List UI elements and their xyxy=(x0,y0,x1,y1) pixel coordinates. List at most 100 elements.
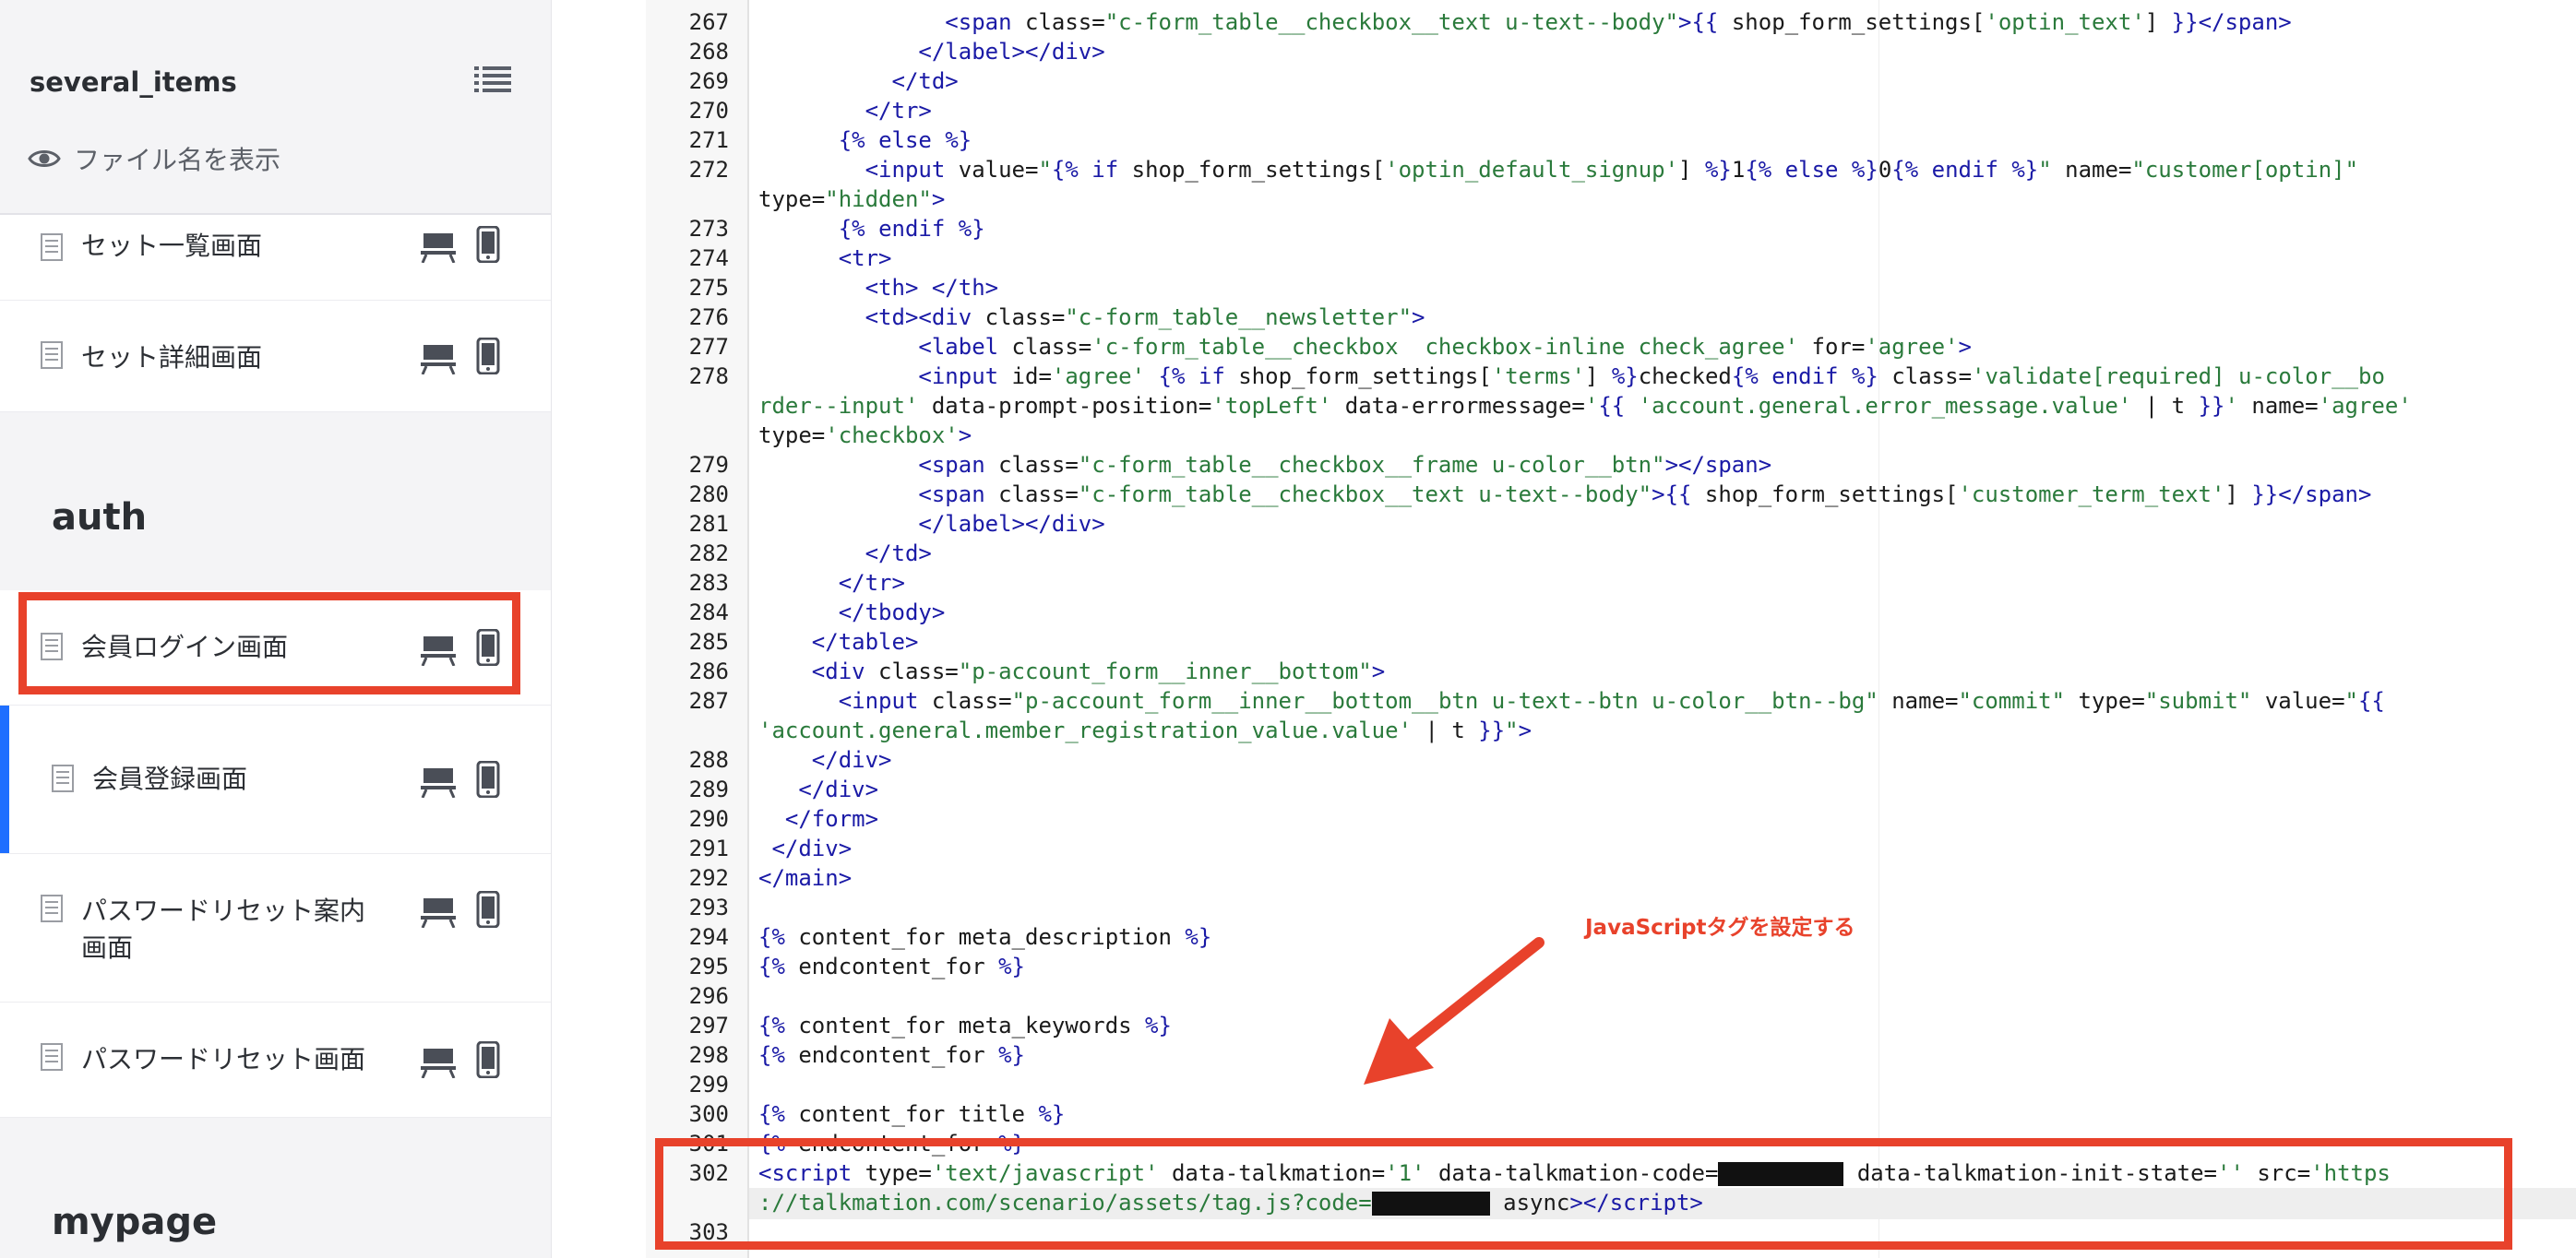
line-number: 298 xyxy=(688,1042,729,1068)
line-number: 294 xyxy=(688,924,729,950)
code-line[interactable]: </td> xyxy=(758,539,932,568)
sidebar-item-set-list[interactable]: セット一覧画面 xyxy=(0,215,551,301)
line-number: 271 xyxy=(688,127,729,153)
mobile-preview-icon[interactable] xyxy=(476,338,500,374)
code-line[interactable]: </tr> xyxy=(758,568,905,598)
code-line[interactable]: <input class="p-account_form__inner__bot… xyxy=(758,686,2385,716)
print-margin xyxy=(1878,0,1879,1258)
sidebar: several_items ファイル名を表示 セット一覧画面 セット詳細画面 a… xyxy=(0,0,553,1258)
document-icon xyxy=(41,341,63,369)
desktop-preview-icon[interactable] xyxy=(421,896,456,928)
sidebar-item-password-reset[interactable]: パスワードリセット画面 xyxy=(0,1003,551,1118)
code-line[interactable]: <input id='agree' {% if shop_form_settin… xyxy=(758,362,2385,391)
project-name: several_items xyxy=(30,66,237,98)
line-number: 297 xyxy=(688,1013,729,1038)
code-line[interactable]: 'account.general.member_registration_val… xyxy=(758,716,1532,745)
line-number: 287 xyxy=(688,688,729,714)
code-editor[interactable]: 267 <span class="c-form_table__checkbox_… xyxy=(646,0,2576,1258)
code-line[interactable]: {% content_for meta_description %} xyxy=(758,922,1211,952)
code-line[interactable]: {% endcontent_for %} xyxy=(758,1040,1025,1070)
code-line[interactable]: {% endif %} xyxy=(758,214,985,243)
code-line[interactable]: <td><div class="c-form_table__newsletter… xyxy=(758,303,1425,332)
line-number xyxy=(646,391,729,421)
desktop-preview-icon[interactable] xyxy=(421,231,456,263)
line-number: 282 xyxy=(688,540,729,566)
code-line[interactable]: </td> xyxy=(758,66,959,96)
line-number: 288 xyxy=(688,747,729,773)
line-number: 275 xyxy=(688,275,729,301)
active-indicator xyxy=(0,706,9,853)
code-line[interactable]: rder--input' data-prompt-position='topLe… xyxy=(758,391,2412,421)
mobile-preview-icon[interactable] xyxy=(476,891,500,928)
line-number: 296 xyxy=(688,983,729,1009)
code-line[interactable]: </div> xyxy=(758,775,878,804)
line-number: 289 xyxy=(688,777,729,802)
line-number: 299 xyxy=(688,1072,729,1098)
show-filename-label: ファイル名を表示 xyxy=(74,145,281,175)
desktop-preview-icon[interactable] xyxy=(421,1047,456,1078)
code-line[interactable]: </label></div> xyxy=(758,509,1104,539)
panel-gap xyxy=(552,0,646,1258)
document-icon xyxy=(52,765,74,792)
code-line[interactable]: type='checkbox'> xyxy=(758,421,972,450)
code-line[interactable]: type="hidden"> xyxy=(758,184,945,214)
line-number: 281 xyxy=(688,511,729,537)
show-filename-toggle[interactable]: ファイル名を表示 xyxy=(28,140,280,177)
code-line[interactable]: <div class="p-account_form__inner__botto… xyxy=(758,657,1385,686)
line-number xyxy=(646,716,729,745)
line-number: 273 xyxy=(688,216,729,242)
line-number xyxy=(646,184,729,214)
mobile-preview-icon[interactable] xyxy=(476,226,500,263)
code-line[interactable]: </main> xyxy=(758,863,852,893)
line-number: 300 xyxy=(688,1101,729,1127)
line-number: 291 xyxy=(688,836,729,861)
list-view-icon[interactable] xyxy=(474,65,511,92)
desktop-preview-icon[interactable] xyxy=(421,343,456,374)
document-icon xyxy=(41,1043,63,1071)
code-line[interactable]: {% endcontent_for %} xyxy=(758,952,1025,981)
code-line[interactable]: <span class="c-form_table__checkbox__tex… xyxy=(758,480,2371,509)
code-line[interactable]: </tr> xyxy=(758,96,932,125)
sidebar-item-label: パスワードリセット画面 xyxy=(81,1044,366,1074)
code-line[interactable]: </div> xyxy=(758,745,892,775)
document-icon xyxy=(41,233,63,261)
line-number: 267 xyxy=(688,9,729,35)
mobile-preview-icon[interactable] xyxy=(476,1041,500,1078)
sidebar-item-label: パスワードリセット案内画面 xyxy=(81,896,366,963)
line-number: 285 xyxy=(688,629,729,655)
code-line[interactable]: <input value="{% if shop_form_settings['… xyxy=(758,155,2358,184)
eye-icon xyxy=(28,150,61,167)
sidebar-item-password-reset-guide[interactable]: パスワードリセット案内画面 xyxy=(0,854,551,1003)
code-line[interactable]: <span class="c-form_table__checkbox__tex… xyxy=(758,7,2291,37)
line-number: 270 xyxy=(688,98,729,124)
line-number: 277 xyxy=(688,334,729,360)
code-line[interactable]: </div> xyxy=(758,834,852,863)
mobile-preview-icon[interactable] xyxy=(476,761,500,798)
desktop-preview-icon[interactable] xyxy=(421,766,456,798)
highlight-box-login xyxy=(18,592,520,694)
sidebar-item-member-register[interactable]: 会員登録画面 xyxy=(0,706,551,854)
code-line[interactable]: <tr> xyxy=(758,243,892,273)
annotation-text: JavaScriptタグを設定する xyxy=(1585,916,1855,940)
sidebar-item-label: 会員登録画面 xyxy=(92,764,248,794)
code-line[interactable]: {% content_for title %} xyxy=(758,1099,1065,1129)
code-line[interactable]: {% else %} xyxy=(758,125,972,155)
section-title-mypage: mypage xyxy=(52,1201,218,1243)
line-number: 295 xyxy=(688,954,729,979)
code-line[interactable]: <span class="c-form_table__checkbox__fra… xyxy=(758,450,1771,480)
code-line[interactable]: </form> xyxy=(758,804,878,834)
line-number: 279 xyxy=(688,452,729,478)
code-line[interactable]: </label></div> xyxy=(758,37,1104,66)
line-number: 272 xyxy=(688,157,729,183)
section-title-auth: auth xyxy=(52,496,148,539)
document-icon xyxy=(41,895,63,922)
sidebar-item-label: セット詳細画面 xyxy=(81,342,263,373)
code-line[interactable]: <th> </th> xyxy=(758,273,999,303)
code-line[interactable]: </table> xyxy=(758,627,919,657)
line-number: 284 xyxy=(688,599,729,625)
line-number: 276 xyxy=(688,304,729,330)
code-line[interactable]: {% content_for meta_keywords %} xyxy=(758,1011,1172,1040)
code-line[interactable]: </tbody> xyxy=(758,598,946,627)
sidebar-item-set-detail[interactable]: セット詳細画面 xyxy=(0,301,551,412)
code-line[interactable]: <label class='c-form_table__checkbox che… xyxy=(758,332,1972,362)
